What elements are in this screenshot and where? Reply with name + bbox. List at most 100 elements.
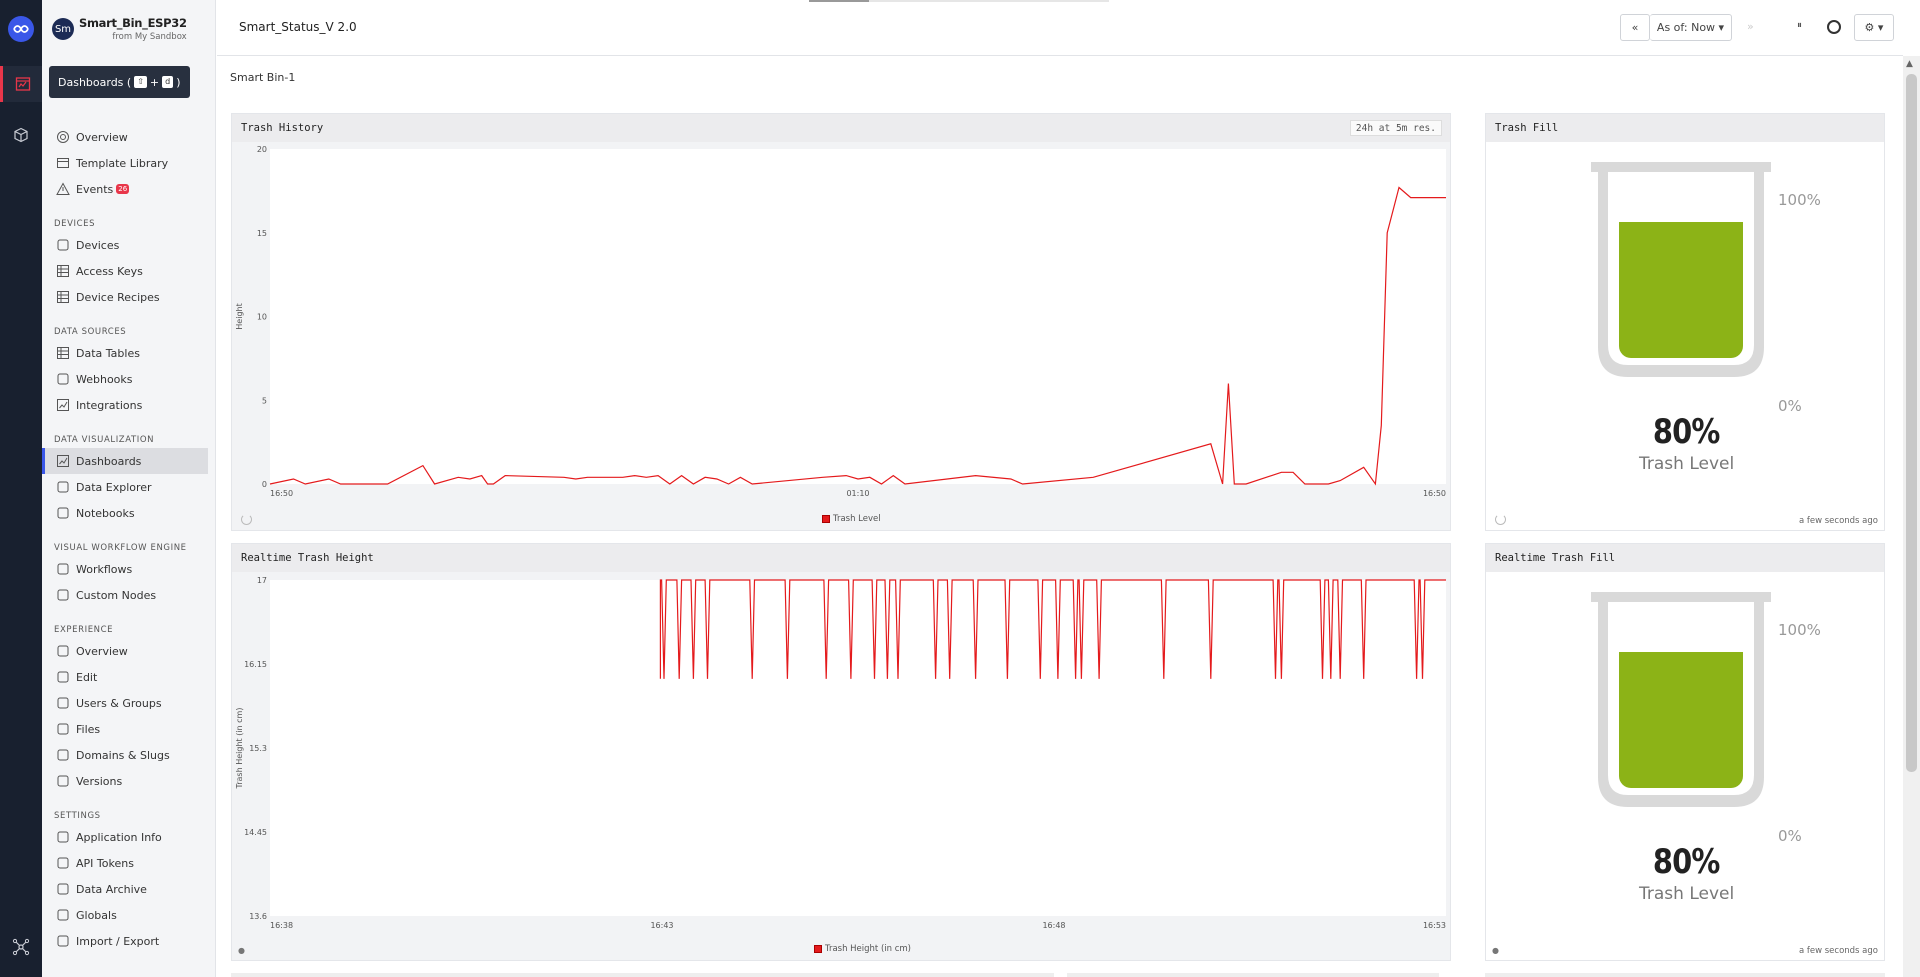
legend-swatch: [814, 945, 822, 953]
sidebar-item-events[interactable]: Events 26: [42, 176, 215, 202]
forward-icon[interactable]: »: [1747, 20, 1754, 33]
cube-rail-icon[interactable]: [0, 117, 42, 153]
y-tick-label: 17: [257, 576, 267, 585]
gauge-tank-icon: [1591, 592, 1771, 807]
realtime-fill-panel: Realtime Trash Fill 100% 0% 80% Trash Le…: [1485, 543, 1885, 961]
gauge-tank-icon: [1591, 162, 1771, 377]
updated-time: a few seconds ago: [1798, 516, 1878, 526]
gauge-value: 80%: [1652, 842, 1720, 882]
sidebar-item-label: Application Info: [76, 830, 162, 844]
topbar: Smart_Status_V 2.0 « As of: Now ▾ » ⏸ ⚙ …: [217, 0, 1903, 56]
gauge-min-label: 0%: [1778, 827, 1802, 845]
sidebar-item-label: Notebooks: [76, 506, 135, 520]
sidebar-item-overview[interactable]: Overview: [42, 638, 215, 664]
status-circle-icon: [1826, 19, 1842, 35]
sidebar-item-integrations[interactable]: Integrations: [42, 392, 215, 418]
gauge-max-label: 100%: [1778, 621, 1821, 639]
sidebar-item-label: Dashboards: [76, 454, 142, 468]
sidebar-item-label: Integrations: [76, 398, 143, 412]
rewind-button[interactable]: «: [1620, 14, 1650, 41]
sidebar-item-workflows[interactable]: Workflows: [42, 556, 215, 582]
legend[interactable]: Trash Level: [822, 514, 881, 524]
sidebar-item-versions[interactable]: Versions: [42, 768, 215, 794]
sidebar-item-label: Overview: [76, 644, 128, 658]
pause-icon[interactable]: ⏸: [1797, 20, 1802, 31]
data-explorer-icon: [56, 480, 76, 494]
sidebar-item-label: Import / Export: [76, 934, 160, 948]
sidebar-nav: Overview Template Library Events 26 DEVICES D…: [42, 124, 215, 954]
panel-title: Realtime Trash Height: [232, 544, 1450, 572]
dashboards-rail-icon[interactable]: [0, 66, 42, 102]
scrollbar-thumb[interactable]: [1906, 74, 1917, 772]
x-tick-label: 16:48: [1042, 921, 1065, 930]
y-tick-label: 15.3: [249, 744, 267, 753]
sidebar-item-custom-nodes[interactable]: Custom Nodes: [42, 582, 215, 608]
refresh-spinner-icon: [241, 514, 252, 525]
sidebar-item-access-keys[interactable]: Access Keys: [42, 258, 215, 284]
x-tick-label: 16:50: [270, 489, 293, 498]
sidebar-item-import-export[interactable]: Import / Export: [42, 928, 215, 954]
events-count-badge: 26: [116, 184, 130, 194]
sidebar-item-webhooks[interactable]: Webhooks: [42, 366, 215, 392]
files-icon: [56, 722, 76, 736]
sidebar-item-label: Workflows: [76, 562, 133, 576]
sidebar-item-users-groups[interactable]: Users & Groups: [42, 690, 215, 716]
y-tick-label: 10: [257, 313, 267, 322]
gauge-fill: [1619, 652, 1743, 788]
as-of-dropdown[interactable]: As of: Now ▾: [1650, 14, 1732, 41]
y-tick-label: 16.15: [244, 660, 267, 669]
tooltip-plus: +: [149, 75, 160, 89]
y-tick-label: 5: [262, 396, 267, 405]
sidebar-item-device-recipes[interactable]: Device Recipes: [42, 284, 215, 310]
app-sandbox-label: from My Sandbox: [112, 32, 187, 42]
scroll-up-icon[interactable]: ▲: [1906, 59, 1913, 69]
sidebar-item-dashboards[interactable]: Dashboards: [42, 448, 208, 474]
sidebar-item-globals[interactable]: Globals: [42, 902, 215, 928]
sidebar-item-label: Data Archive: [76, 882, 147, 896]
page-scrollbar[interactable]: ▲: [1903, 56, 1920, 977]
dashboard-title: Smart_Status_V 2.0: [239, 20, 357, 34]
next-panel-edge: [231, 973, 1054, 977]
x-tick-label: 16:43: [650, 921, 673, 930]
template-library-icon: [56, 156, 76, 170]
sidebar-item-notebooks[interactable]: Notebooks: [42, 500, 215, 526]
sidebar-item-label: Overview: [76, 130, 128, 144]
sidebar-item-devices[interactable]: Devices: [42, 232, 215, 258]
sidebar: Sm Smart_Bin_ESP32 from My Sandbox Overv…: [42, 0, 216, 977]
overview-icon: [56, 644, 76, 658]
data-archive-icon: [56, 882, 76, 896]
app-name: Smart_Bin_ESP32: [79, 16, 187, 30]
refresh-spinner-icon: [1495, 514, 1506, 525]
app-header[interactable]: Sm Smart_Bin_ESP32 from My Sandbox: [52, 16, 187, 42]
dashboards-icon: [56, 454, 76, 468]
integrations-icon: [56, 398, 76, 412]
sidebar-item-label: Events: [76, 182, 114, 196]
sidebar-item-data-explorer[interactable]: Data Explorer: [42, 474, 215, 500]
sidebar-item-domains-slugs[interactable]: Domains & Slugs: [42, 742, 215, 768]
legend[interactable]: Trash Height (in cm): [814, 944, 911, 954]
settings-dropdown[interactable]: ⚙ ▾: [1854, 14, 1894, 41]
sidebar-item-overview[interactable]: Overview: [42, 124, 215, 150]
app-logo-icon[interactable]: [8, 16, 34, 42]
sidebar-item-template-library[interactable]: Template Library: [42, 150, 215, 176]
y-axis-label: Height: [235, 303, 244, 329]
loading-progress-bar: [809, 0, 1109, 2]
notebooks-icon: [56, 506, 76, 520]
sidebar-item-label: Custom Nodes: [76, 588, 157, 602]
network-rail-icon[interactable]: [0, 929, 42, 965]
next-panel-edge: [1067, 973, 1439, 977]
sidebar-item-data-archive[interactable]: Data Archive: [42, 876, 215, 902]
realtime-height-chart[interactable]: 13.6 14.45 15.3 16.15 17 16:38 16:43 16:48 16:53…: [232, 572, 1452, 946]
gauge-caption: Trash Level: [1639, 454, 1735, 474]
sidebar-item-data-tables[interactable]: Data Tables: [42, 340, 215, 366]
breadcrumb: Smart Bin-1: [230, 71, 296, 84]
sidebar-item-application-info[interactable]: Application Info: [42, 824, 215, 850]
trash-history-chart[interactable]: 0 5 10 15 20 16:50 01:10 16:50 Height: [232, 142, 1452, 516]
sidebar-item-api-tokens[interactable]: API Tokens: [42, 850, 215, 876]
sidebar-item-label: API Tokens: [76, 856, 134, 870]
sidebar-item-edit[interactable]: Edit: [42, 664, 215, 690]
section-heading: SETTINGS: [54, 811, 101, 821]
y-tick-label: 0: [262, 480, 267, 489]
sidebar-item-files[interactable]: Files: [42, 716, 215, 742]
section-heading: DATA VISUALIZATION: [54, 435, 155, 445]
